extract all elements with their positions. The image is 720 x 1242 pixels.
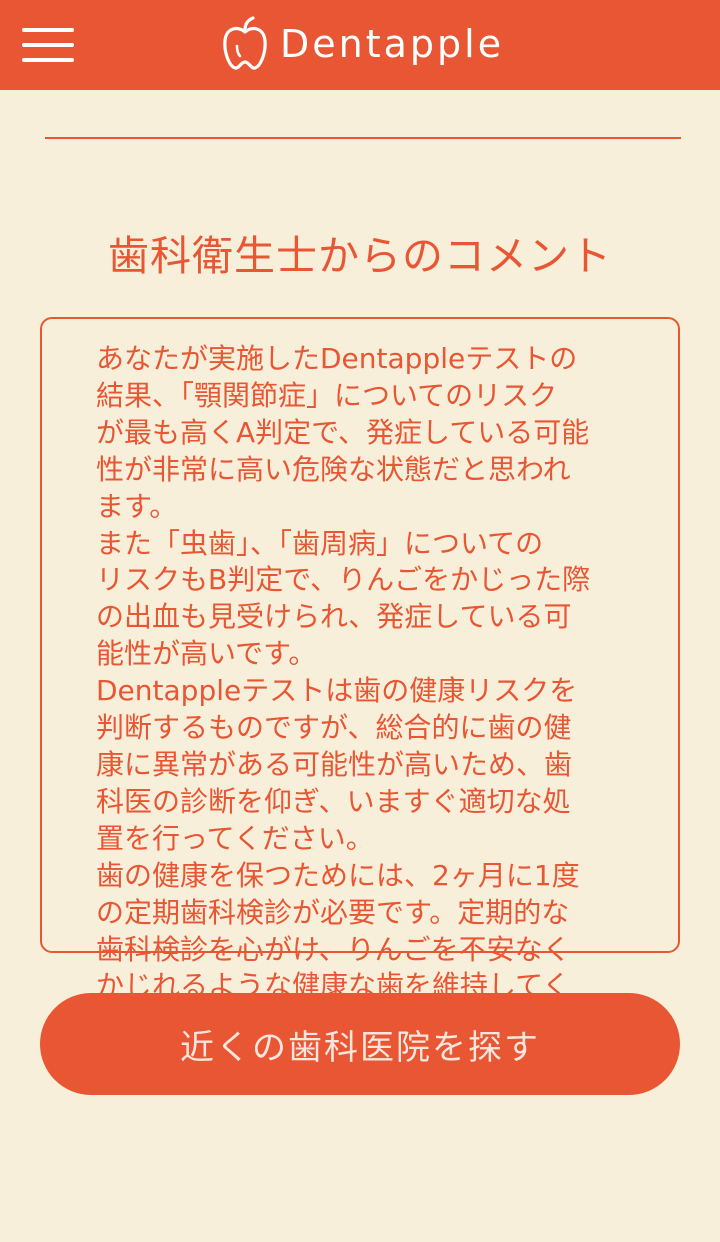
page-title: 歯科衛生士からのコメント xyxy=(108,232,612,280)
hamburger-menu-icon[interactable] xyxy=(22,24,74,66)
find-nearby-clinic-button[interactable]: 近くの歯科医院を探す xyxy=(40,993,680,1095)
app-header: Dentapple xyxy=(0,0,720,90)
app-name: Dentapple xyxy=(280,22,505,66)
app-logo[interactable]: Dentapple xyxy=(220,14,504,74)
hygienist-comment-text: あなたが実施したDentappleテストの 結果、「顎関節症」についてのリスク … xyxy=(96,342,591,1039)
comment-box: あなたが実施したDentappleテストの 結果、「顎関節症」についてのリスク … xyxy=(40,317,680,1039)
section-divider xyxy=(45,137,681,139)
apple-tooth-icon xyxy=(223,16,267,70)
